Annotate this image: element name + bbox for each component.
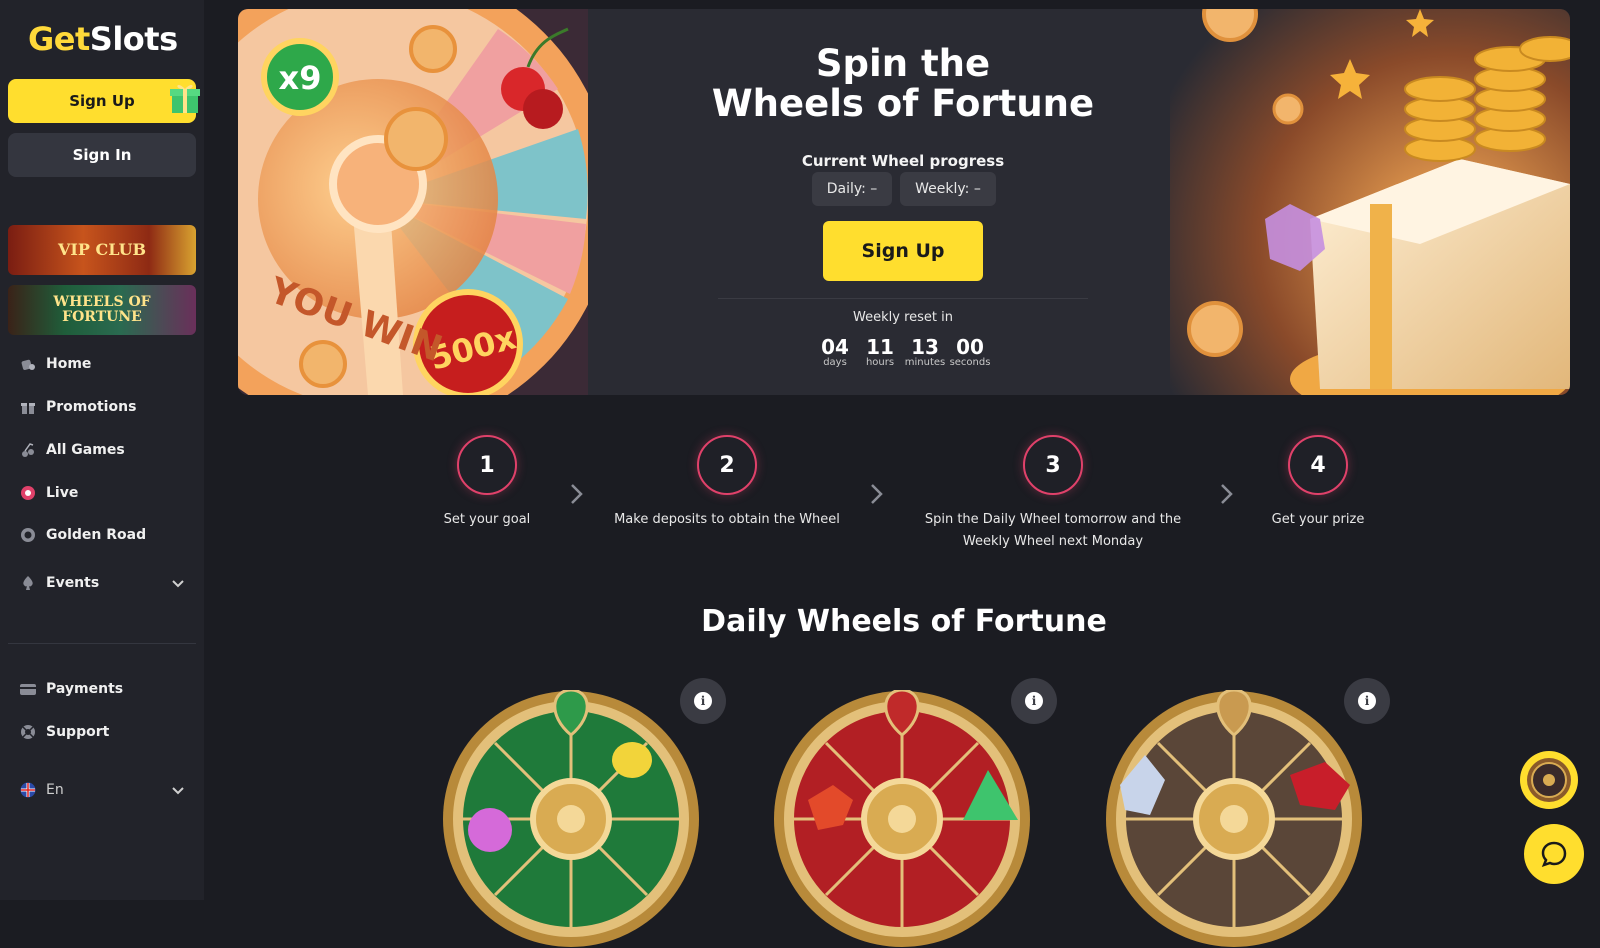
sidebar-item-golden-road[interactable]: Golden Road [20,523,196,547]
bronze-wheel-info-button[interactable]: i [1344,678,1390,724]
step-text: Make deposits to obtain the Wheel [614,512,840,527]
step-number: 3 [1023,435,1083,495]
sidebar-item-label: Home [46,356,92,372]
weekly-reset-label: Weekly reset in [853,310,953,325]
hero-signup-button[interactable]: Sign Up [823,221,983,281]
daily-wheels-title: Daily Wheels of Fortune [701,604,1107,639]
step-number: 2 [697,435,757,495]
sidebar: GetSlots Sign Up Sign In VIP CLUB WHEELS… [0,0,204,900]
sidebar-item-events[interactable]: Events [20,571,196,595]
sidebar-divider [8,643,196,644]
multiplier-art-text: x9 [279,59,322,97]
info-icon: i [1025,692,1043,710]
sidebar-item-label: All Games [46,442,125,458]
weekly-progress-pill: Weekly: – [900,172,996,206]
hero-title-line2: Wheels of Fortune [711,82,1095,125]
live-icon [20,485,36,501]
sidebar-item-label: Payments [46,681,124,697]
sidebar-item-label: Golden Road [46,527,147,543]
sidebar-item-label: Live [46,485,79,501]
signup-label: Sign Up [69,92,135,110]
sidebar-item-all-games[interactable]: All Games [20,438,196,462]
countdown-value: 00 [956,335,984,359]
countdown-days: 04 days [813,335,857,368]
red-wheel-of-fortune[interactable] [773,690,1031,948]
progress-label: Current Wheel progress [801,152,1005,170]
step-2: 2 Make deposits to obtain the Wheel [607,435,847,531]
sidebar-item-promotions[interactable]: Promotions [20,395,196,419]
hero-banner: x9 500x YOU WIN Spin the Wheels of Fortu… [238,9,1570,395]
logo[interactable]: GetSlots [28,20,178,58]
events-icon [20,575,36,591]
step-3: 3 Spin the Daily Wheel tomorrow and the … [913,435,1193,553]
sidebar-signup-button[interactable]: Sign Up [8,79,200,123]
red-wheel-info-button[interactable]: i [1011,678,1057,724]
step-number: 1 [457,435,517,495]
uk-flag-icon [20,782,36,798]
vip-club-label: VIP CLUB [57,239,147,259]
sidebar-item-label: Support [46,724,110,740]
chevron-right-icon [871,484,883,504]
step-text: Get your prize [1271,512,1365,527]
hero-divider [718,298,1088,299]
road-icon [20,527,36,543]
countdown-value: 13 [911,335,939,359]
countdown-unit: hours [865,357,895,368]
chevron-right-icon [571,484,583,504]
sidebar-item-payments[interactable]: Payments [20,677,196,701]
countdown-value: 04 [821,335,849,359]
step-4: 4 Get your prize [1198,435,1438,531]
daily-progress-pill: Daily: – [812,172,892,206]
countdown-unit: minutes [904,357,946,368]
support-icon [20,724,36,740]
sidebar-item-label: Promotions [46,399,137,415]
sidebar-item-label: Events [46,575,100,591]
gold-gift-illustration [1170,9,1570,395]
step-text: Set your goal [443,512,531,527]
chevron-down-icon [172,787,184,795]
info-icon: i [694,692,712,710]
countdown-unit: seconds [949,357,991,368]
green-wheel-info-button[interactable]: i [680,678,726,724]
gift-icon [20,399,36,415]
card-icon [20,681,36,697]
countdown-minutes: 13 minutes [903,335,947,368]
roulette-wheel-button[interactable] [1520,751,1578,809]
green-wheel-of-fortune[interactable] [442,690,700,948]
hero-title-line1: Spin the [815,42,991,85]
sidebar-signin-button[interactable]: Sign In [8,133,196,177]
chevron-down-icon [172,580,184,588]
info-icon: i [1358,692,1376,710]
step-text: Spin the Daily Wheel tomorrow and the We… [924,512,1182,549]
step-number: 4 [1288,435,1348,495]
language-label: En [46,782,64,798]
countdown-hours: 11 hours [858,335,902,368]
home-icon [20,356,36,372]
games-icon [20,442,36,458]
bronze-wheel-of-fortune[interactable] [1105,690,1363,948]
sidebar-item-support[interactable]: Support [20,720,196,744]
wof-label-line2: FORTUNE [62,309,142,325]
hero-title: Spin the Wheels of Fortune [698,44,1108,124]
roulette-icon [1527,758,1571,802]
countdown-value: 11 [866,335,894,359]
sidebar-item-live[interactable]: Live [20,481,196,505]
chat-button[interactable] [1524,824,1584,884]
wheels-of-fortune-banner[interactable]: WHEELS OF FORTUNE [8,285,196,335]
countdown-seconds: 00 seconds [948,335,992,368]
vip-club-banner[interactable]: VIP CLUB [8,225,196,275]
fortune-wheel-illustration: x9 500x YOU WIN [238,9,588,395]
sidebar-item-home[interactable]: Home [20,352,196,376]
language-selector[interactable]: En [20,778,196,802]
signin-label: Sign In [72,146,132,164]
chat-icon [1541,841,1567,868]
gift-icon [170,84,200,113]
wof-label-line1: WHEELS OF [53,294,151,311]
countdown-unit: days [823,357,847,368]
